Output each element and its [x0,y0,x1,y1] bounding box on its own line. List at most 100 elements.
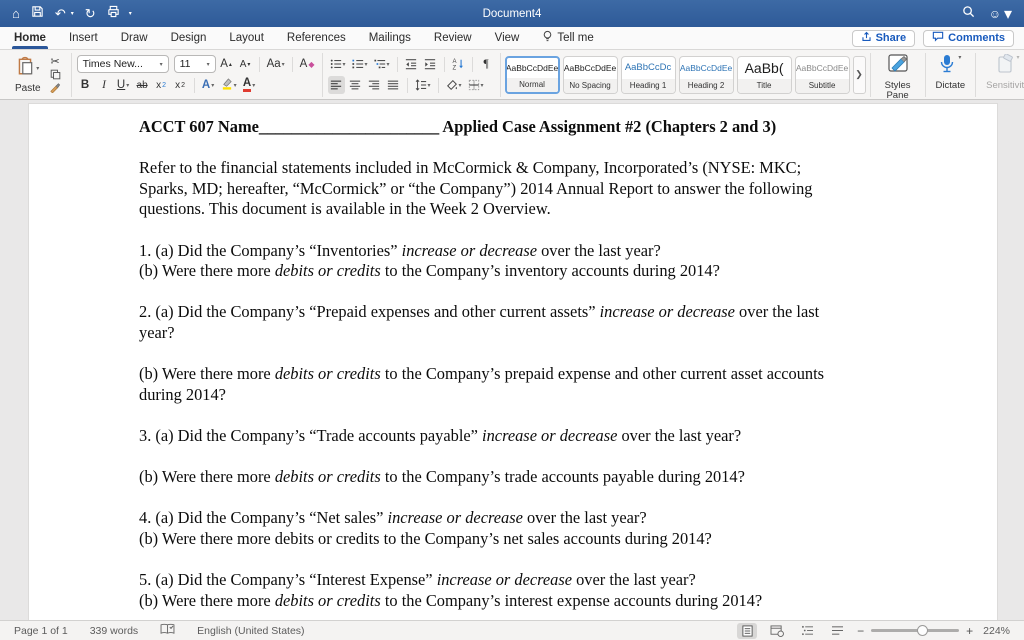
superscript-button[interactable]: x2 [172,76,189,94]
doc-paragraph-intro: Refer to the financial statements includ… [139,158,813,219]
shading-button[interactable]: ▾ [444,76,464,94]
styles-pane-group: Styles Pane [871,52,926,101]
tab-draw[interactable]: Draw [121,27,148,49]
chevron-down-icon: ▾ [206,61,210,68]
increase-indent-button[interactable] [422,55,439,73]
style-card-heading2[interactable]: AaBbCcDdEe Heading 2 [678,55,734,94]
zoom-in-button[interactable]: + [966,625,973,637]
cut-button[interactable]: ✂ [47,55,64,68]
copy-button[interactable] [47,68,64,81]
tell-me-button[interactable]: Tell me [542,27,594,49]
account-menu[interactable]: ☺ ▾ [989,4,1012,24]
paragraph-group: ▾ ▾ ▾ AZ ¶ ▾ ▾ ▾ [323,52,501,97]
search-icon[interactable] [962,5,975,23]
undo-icon[interactable]: ↶ [55,7,66,20]
tab-mailings[interactable]: Mailings [369,27,411,49]
zoom-slider-thumb[interactable] [916,624,928,636]
style-card-no-spacing[interactable]: AaBbCcDdEe No Spacing [562,55,618,94]
comments-button[interactable]: Comments [923,29,1014,47]
svg-text:Z: Z [452,66,456,70]
italic-button[interactable]: I [96,76,113,94]
word-count[interactable]: 339 words [90,625,138,637]
sensitivity-chevron-down-icon: ▾ [1016,54,1020,61]
tab-design[interactable]: Design [171,27,207,49]
doc-paragraph-q3a: 3. (a) Did the Company’s “Trade accounts… [139,425,742,445]
bold-button[interactable]: B [77,76,94,94]
window-title: Document4 [482,7,542,20]
font-color-button[interactable]: A ▾ [241,76,258,94]
align-right-button[interactable] [366,76,383,94]
font-name-select[interactable]: Times New... ▾ [76,55,169,73]
paste-chevron-down-icon: ▾ [36,65,40,72]
undo-chevron-down-icon[interactable]: ▾ [71,10,74,17]
align-center-button[interactable] [347,76,364,94]
style-card-normal[interactable]: AaBbCcDdEe Normal [504,55,560,94]
status-bar: Page 1 of 1 339 words English (United St… [0,620,1024,640]
paste-button[interactable]: ▾ Paste [11,56,45,94]
format-painter-button[interactable] [47,81,64,94]
font-size-select[interactable]: 11 ▾ [173,55,216,73]
styles-gallery: AaBbCcDdEe Normal AaBbCcDdEe No Spacing … [501,52,871,97]
share-icon [861,31,872,45]
language-status[interactable]: English (United States) [197,625,304,637]
zoom-slider[interactable] [871,624,960,636]
multilevel-list-button[interactable]: ▾ [372,55,392,73]
svg-text:A: A [452,59,456,65]
outline-view-button[interactable] [797,623,817,639]
style-card-title[interactable]: AaBb( Title [736,55,792,94]
decrease-indent-button[interactable] [403,55,420,73]
toolbar-more-chevron-icon[interactable]: ▾ [129,10,132,17]
style-card-heading1[interactable]: AaBbCcDc Heading 1 [620,55,676,94]
zoom-out-button[interactable]: − [857,625,864,637]
proofing-status-icon[interactable] [160,623,175,638]
share-button[interactable]: Share [851,29,916,47]
styles-pane-icon [887,53,909,79]
dictate-button[interactable]: ▾ Dictate [931,54,971,96]
sensitivity-group: ▾ Sensitivity [976,52,1024,97]
styles-gallery-more-button[interactable]: ❯ [852,55,866,94]
account-chevron-down-icon: ▾ [1003,5,1012,23]
tab-insert[interactable]: Insert [69,27,98,49]
tab-review[interactable]: Review [434,27,472,49]
align-left-button[interactable] [327,76,345,94]
dictate-chevron-down-icon: ▾ [958,54,962,61]
highlight-button[interactable]: ▾ [219,76,239,94]
draft-view-button[interactable] [827,623,847,639]
document-page[interactable]: ACCT 607 Name______________________ Appl… [28,103,998,620]
page-count[interactable]: Page 1 of 1 [14,625,68,637]
dictate-group: ▾ Dictate [926,52,977,97]
style-card-subtitle[interactable]: AaBbCcDdEe Subtitle [794,55,850,94]
print-icon[interactable] [107,5,120,23]
document-canvas: ACCT 607 Name______________________ Appl… [0,100,1024,620]
save-icon[interactable] [31,5,44,23]
subscript-button[interactable]: x2 [153,76,170,94]
tab-layout[interactable]: Layout [229,27,264,49]
tab-view[interactable]: View [495,27,520,49]
strikethrough-button[interactable]: ab [134,76,151,94]
clear-formatting-button[interactable]: A ◆ [298,55,317,73]
borders-button[interactable]: ▾ [466,76,486,94]
show-formatting-marks-button[interactable]: ¶ [478,55,495,73]
numbering-button[interactable]: ▾ [350,55,370,73]
sort-button[interactable]: AZ [450,55,467,73]
redo-icon[interactable]: ↻ [85,7,96,20]
text-effects-button[interactable]: A ▾ [200,76,217,94]
print-layout-view-button[interactable] [737,622,758,639]
underline-button[interactable]: U ▾ [115,76,132,94]
sensitivity-badge-icon [996,52,1014,79]
home-icon[interactable]: ⌂ [12,7,20,20]
doc-paragraph-q2a: 2. (a) Did the Company’s “Prepaid expens… [139,302,820,342]
tab-home[interactable]: Home [12,27,48,49]
document-body[interactable]: ACCT 607 Name______________________ Appl… [29,104,881,611]
tab-references[interactable]: References [287,27,346,49]
clipboard-group: ▾ Paste ✂ [6,52,72,97]
shrink-font-button[interactable]: A ▾ [237,55,254,73]
web-layout-view-button[interactable] [767,623,787,639]
styles-pane-button[interactable]: Styles Pane [876,53,920,101]
zoom-level[interactable]: 224% [983,625,1010,637]
line-spacing-button[interactable]: ▾ [413,76,433,94]
change-case-button[interactable]: Aa ▾ [265,55,287,73]
bullets-button[interactable]: ▾ [328,55,348,73]
grow-font-button[interactable]: A ▴ [218,55,235,73]
justify-button[interactable] [385,76,402,94]
